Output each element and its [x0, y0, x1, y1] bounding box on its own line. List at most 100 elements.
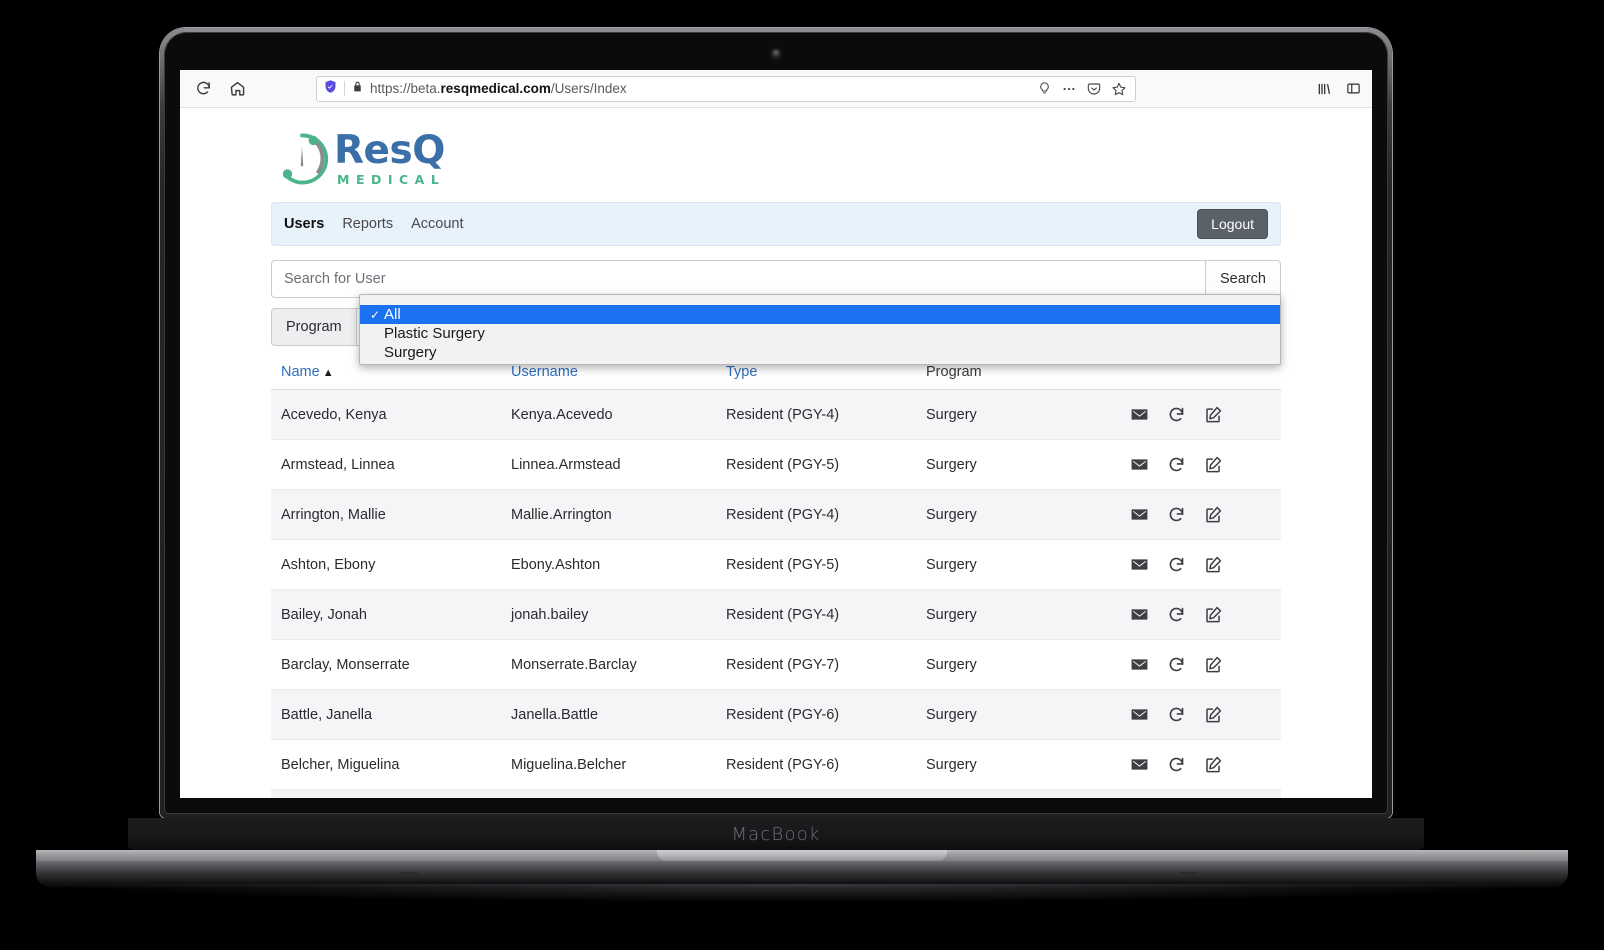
email-icon[interactable]	[1130, 555, 1149, 574]
laptop-bezel: https://beta.resqmedical.com/Users/Index	[164, 32, 1388, 814]
logout-button[interactable]: Logout	[1197, 209, 1268, 239]
url-text: https://beta.resqmedical.com/Users/Index	[370, 81, 1031, 96]
nav-item-users[interactable]: Users	[284, 216, 324, 232]
edit-icon[interactable]	[1204, 755, 1223, 774]
user-program: Surgery	[916, 740, 1116, 790]
row-actions	[1126, 655, 1281, 674]
row-actions	[1126, 455, 1281, 474]
program-dropdown-menu[interactable]: ✓ All Plastic Surgery Surgery	[359, 294, 1281, 365]
address-bar[interactable]: https://beta.resqmedical.com/Users/Index	[316, 76, 1136, 102]
page-actions-ellipsis-icon[interactable]	[1061, 81, 1077, 97]
pocket-save-icon[interactable]	[1086, 81, 1102, 97]
user-program: Surgery	[916, 390, 1116, 440]
star-bookmark-icon[interactable]	[1111, 81, 1127, 97]
reset-password-icon[interactable]	[1167, 755, 1186, 774]
url-domain: resqmedical.com	[441, 81, 551, 96]
user-username: Janella.Battle	[501, 690, 716, 740]
search-input[interactable]	[271, 260, 1205, 298]
user-program: Surgery	[916, 640, 1116, 690]
user-type: Resident (PGY-4)	[716, 590, 916, 640]
email-icon[interactable]	[1130, 605, 1149, 624]
column-header-label: Name	[281, 364, 320, 380]
edit-icon[interactable]	[1204, 705, 1223, 724]
row-actions	[1126, 505, 1281, 524]
user-username: Monserrate.Barclay	[501, 640, 716, 690]
reset-password-icon[interactable]	[1167, 605, 1186, 624]
sidebar-toggle-icon[interactable]	[1345, 81, 1362, 96]
program-filter-row: Program ✓ All Plastic Surger	[271, 308, 1281, 346]
sort-asc-icon: ▲	[323, 367, 334, 379]
reset-password-icon[interactable]	[1167, 555, 1186, 574]
nav-item-account[interactable]: Account	[411, 216, 463, 232]
email-icon[interactable]	[1130, 505, 1149, 524]
edit-icon[interactable]	[1204, 605, 1223, 624]
email-icon[interactable]	[1130, 455, 1149, 474]
reset-password-icon[interactable]	[1167, 455, 1186, 474]
edit-icon[interactable]	[1204, 455, 1223, 474]
dropdown-option-label: All	[384, 306, 401, 323]
main-navbar: Users Reports Account Logout	[271, 202, 1281, 246]
table-row: Bermudez, JordanJordan.BermudezResident …	[271, 790, 1281, 799]
screen: https://beta.resqmedical.com/Users/Index	[180, 70, 1372, 798]
email-icon[interactable]	[1130, 755, 1149, 774]
table-row: Belcher, MiguelinaMiguelina.BelcherResid…	[271, 740, 1281, 790]
row-actions-cell	[1116, 640, 1281, 690]
lightbulb-icon[interactable]	[1037, 81, 1052, 96]
url-prefix: https://beta.	[370, 81, 441, 96]
user-program: Surgery	[916, 440, 1116, 490]
padlock-icon[interactable]	[351, 79, 364, 99]
email-icon[interactable]	[1130, 705, 1149, 724]
tracking-protection-shield-icon[interactable]	[323, 79, 338, 99]
reset-password-icon[interactable]	[1167, 505, 1186, 524]
laptop-base-shadow	[60, 884, 1544, 902]
user-type: Resident (PGY-4)	[716, 790, 916, 799]
library-icon[interactable]	[1315, 81, 1333, 97]
dropdown-option-plastic-surgery[interactable]: Plastic Surgery	[360, 324, 1280, 343]
user-name: Arrington, Mallie	[271, 490, 501, 540]
laptop-base-top: MacBook	[128, 818, 1424, 850]
reset-password-icon[interactable]	[1167, 405, 1186, 424]
user-program: Surgery	[916, 490, 1116, 540]
reset-password-icon[interactable]	[1167, 655, 1186, 674]
edit-icon[interactable]	[1204, 555, 1223, 574]
home-icon[interactable]	[222, 75, 252, 103]
user-program: Surgery	[916, 540, 1116, 590]
laptop-foot-right	[1180, 872, 1198, 876]
users-table: Name▲ Username Type Program Acevedo, Ken…	[271, 356, 1281, 798]
laptop-lid: https://beta.resqmedical.com/Users/Index	[160, 28, 1392, 818]
logo-tagline: MEDICAL	[337, 174, 445, 187]
user-username: Miguelina.Belcher	[501, 740, 716, 790]
edit-icon[interactable]	[1204, 655, 1223, 674]
edit-icon[interactable]	[1204, 405, 1223, 424]
browser-toolbar: https://beta.resqmedical.com/Users/Index	[180, 70, 1372, 108]
email-icon[interactable]	[1130, 655, 1149, 674]
table-row: Arrington, MallieMallie.ArringtonResiden…	[271, 490, 1281, 540]
user-username: Ebony.Ashton	[501, 540, 716, 590]
dropdown-option-all[interactable]: ✓ All	[360, 305, 1280, 324]
row-actions	[1126, 605, 1281, 624]
url-path: /Users/Index	[551, 81, 627, 96]
table-row: Acevedo, KenyaKenya.AcevedoResident (PGY…	[271, 390, 1281, 440]
table-row: Battle, JanellaJanella.BattleResident (P…	[271, 690, 1281, 740]
resq-medical-logo: ResQ MEDICAL	[271, 126, 1281, 202]
user-name: Bailey, Jonah	[271, 590, 501, 640]
user-program: Surgery	[916, 790, 1116, 799]
reset-password-icon[interactable]	[1167, 705, 1186, 724]
url-divider	[344, 81, 345, 96]
user-name: Bermudez, Jordan	[271, 790, 501, 799]
dropdown-option-surgery[interactable]: Surgery	[360, 343, 1280, 362]
row-actions	[1126, 405, 1281, 424]
user-type: Resident (PGY-4)	[716, 390, 916, 440]
email-icon[interactable]	[1130, 405, 1149, 424]
table-row: Armstead, LinneaLinnea.ArmsteadResident …	[271, 440, 1281, 490]
user-username: jonah.bailey	[501, 590, 716, 640]
row-actions-cell	[1116, 440, 1281, 490]
search-button[interactable]: Search	[1205, 260, 1281, 298]
edit-icon[interactable]	[1204, 505, 1223, 524]
user-username: Kenya.Acevedo	[501, 390, 716, 440]
search-row: Search	[271, 260, 1281, 298]
nav-item-reports[interactable]: Reports	[342, 216, 393, 232]
gauge-circle-icon	[273, 130, 331, 188]
logo-wordmark: ResQ	[334, 131, 445, 170]
reload-icon[interactable]	[188, 75, 218, 103]
